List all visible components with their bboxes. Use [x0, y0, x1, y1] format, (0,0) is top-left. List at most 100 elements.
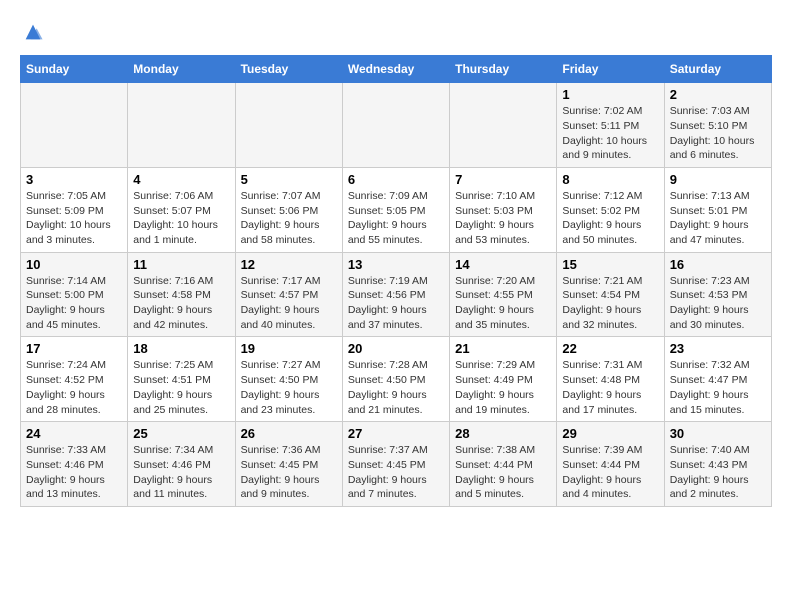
calendar-cell: 27Sunrise: 7:37 AM Sunset: 4:45 PM Dayli…	[342, 422, 449, 507]
calendar-cell: 22 Sunrise: 7:31 AM Sunset: 4:48 PM Dayli…	[557, 337, 664, 422]
calendar-cell: 3 Sunrise: 7:05 AM Sunset: 5:09 PM Daylig…	[21, 167, 128, 252]
weekday-header-saturday: Saturday	[664, 56, 771, 83]
day-number: 2	[670, 87, 766, 102]
day-info: Sunrise: 7:31 AM Sunset: 4:48 PM Dayligh…	[562, 358, 658, 417]
calendar-cell: 16 Sunrise: 7:23 AM Sunset: 4:53 PM Dayli…	[664, 252, 771, 337]
day-number: 21	[455, 341, 551, 356]
day-info: Sunrise: 7:29 AM Sunset: 4:49 PM Dayligh…	[455, 358, 551, 417]
day-number: 24	[26, 426, 122, 441]
weekday-header-monday: Monday	[128, 56, 235, 83]
weekday-header-row: SundayMondayTuesdayWednesdayThursdayFrid…	[21, 56, 772, 83]
day-info: Sunrise: 7:25 AM Sunset: 4:51 PM Dayligh…	[133, 358, 229, 417]
day-info: Sunrise: 7:05 AM Sunset: 5:09 PM Dayligh…	[26, 189, 122, 248]
calendar-cell: 8 Sunrise: 7:12 AM Sunset: 5:02 PM Daylig…	[557, 167, 664, 252]
calendar-cell: 19 Sunrise: 7:27 AM Sunset: 4:50 PM Dayli…	[235, 337, 342, 422]
day-number: 19	[241, 341, 337, 356]
day-number: 13	[348, 257, 444, 272]
day-info: Sunrise: 7:28 AM Sunset: 4:50 PM Dayligh…	[348, 358, 444, 417]
weekday-header-friday: Friday	[557, 56, 664, 83]
day-info: Sunrise: 7:39 AM Sunset: 4:44 PM Dayligh…	[562, 443, 658, 502]
calendar-cell: 26 Sunrise: 7:36 AM Sunset: 4:45 PM Dayli…	[235, 422, 342, 507]
day-number: 28	[455, 426, 551, 441]
weekday-header-wednesday: Wednesday	[342, 56, 449, 83]
day-info: Sunrise: 7:36 AM Sunset: 4:45 PM Dayligh…	[241, 443, 337, 502]
day-info: Sunrise: 7:10 AM Sunset: 5:03 PM Dayligh…	[455, 189, 551, 248]
day-number: 8	[562, 172, 658, 187]
day-info: Sunrise: 7:27 AM Sunset: 4:50 PM Dayligh…	[241, 358, 337, 417]
day-info: Sunrise: 7:32 AM Sunset: 4:47 PM Dayligh…	[670, 358, 766, 417]
calendar-cell: 14 Sunrise: 7:20 AM Sunset: 4:55 PM Dayli…	[450, 252, 557, 337]
day-info: Sunrise: 7:23 AM Sunset: 4:53 PM Dayligh…	[670, 274, 766, 333]
calendar-cell: 18 Sunrise: 7:25 AM Sunset: 4:51 PM Dayli…	[128, 337, 235, 422]
day-info: Sunrise: 7:13 AM Sunset: 5:01 PM Dayligh…	[670, 189, 766, 248]
calendar-cell: 1 Sunrise: 7:02 AM Sunset: 5:11 PM Daylig…	[557, 83, 664, 168]
day-number: 10	[26, 257, 122, 272]
day-info: Sunrise: 7:38 AM Sunset: 4:44 PM Dayligh…	[455, 443, 551, 502]
calendar-cell: 7 Sunrise: 7:10 AM Sunset: 5:03 PM Daylig…	[450, 167, 557, 252]
calendar-cell: 23 Sunrise: 7:32 AM Sunset: 4:47 PM Dayli…	[664, 337, 771, 422]
day-info: Sunrise: 7:33 AM Sunset: 4:46 PM Dayligh…	[26, 443, 122, 502]
calendar-cell: 20 Sunrise: 7:28 AM Sunset: 4:50 PM Dayli…	[342, 337, 449, 422]
calendar-cell: 2 Sunrise: 7:03 AM Sunset: 5:10 PM Daylig…	[664, 83, 771, 168]
day-info: Sunrise: 7:03 AM Sunset: 5:10 PM Dayligh…	[670, 104, 766, 163]
calendar-week-1: 3 Sunrise: 7:05 AM Sunset: 5:09 PM Daylig…	[21, 167, 772, 252]
day-number: 23	[670, 341, 766, 356]
calendar-cell: 10 Sunrise: 7:14 AM Sunset: 5:00 PM Dayli…	[21, 252, 128, 337]
day-number: 22	[562, 341, 658, 356]
calendar-cell: 29 Sunrise: 7:39 AM Sunset: 4:44 PM Dayli…	[557, 422, 664, 507]
calendar-cell	[342, 83, 449, 168]
day-info: Sunrise: 7:14 AM Sunset: 5:00 PM Dayligh…	[26, 274, 122, 333]
calendar-cell: 11Sunrise: 7:16 AM Sunset: 4:58 PM Dayli…	[128, 252, 235, 337]
day-number: 20	[348, 341, 444, 356]
day-number: 4	[133, 172, 229, 187]
calendar-week-0: 1 Sunrise: 7:02 AM Sunset: 5:11 PM Daylig…	[21, 83, 772, 168]
day-info: Sunrise: 7:06 AM Sunset: 5:07 PM Dayligh…	[133, 189, 229, 248]
page-header	[20, 20, 772, 45]
calendar-cell: 4 Sunrise: 7:06 AM Sunset: 5:07 PM Daylig…	[128, 167, 235, 252]
day-info: Sunrise: 7:17 AM Sunset: 4:57 PM Dayligh…	[241, 274, 337, 333]
day-number: 7	[455, 172, 551, 187]
calendar-cell	[450, 83, 557, 168]
day-info: Sunrise: 7:37 AM Sunset: 4:45 PM Dayligh…	[348, 443, 444, 502]
day-number: 18	[133, 341, 229, 356]
day-info: Sunrise: 7:24 AM Sunset: 4:52 PM Dayligh…	[26, 358, 122, 417]
day-number: 15	[562, 257, 658, 272]
day-number: 12	[241, 257, 337, 272]
day-number: 14	[455, 257, 551, 272]
calendar-cell	[128, 83, 235, 168]
logo	[20, 20, 44, 45]
day-number: 29	[562, 426, 658, 441]
day-number: 1	[562, 87, 658, 102]
calendar-week-4: 24 Sunrise: 7:33 AM Sunset: 4:46 PM Dayli…	[21, 422, 772, 507]
calendar-cell: 13 Sunrise: 7:19 AM Sunset: 4:56 PM Dayli…	[342, 252, 449, 337]
weekday-header-thursday: Thursday	[450, 56, 557, 83]
day-number: 26	[241, 426, 337, 441]
day-info: Sunrise: 7:40 AM Sunset: 4:43 PM Dayligh…	[670, 443, 766, 502]
day-info: Sunrise: 7:20 AM Sunset: 4:55 PM Dayligh…	[455, 274, 551, 333]
day-info: Sunrise: 7:34 AM Sunset: 4:46 PM Dayligh…	[133, 443, 229, 502]
calendar-cell: 21 Sunrise: 7:29 AM Sunset: 4:49 PM Dayli…	[450, 337, 557, 422]
day-info: Sunrise: 7:02 AM Sunset: 5:11 PM Dayligh…	[562, 104, 658, 163]
day-info: Sunrise: 7:07 AM Sunset: 5:06 PM Dayligh…	[241, 189, 337, 248]
weekday-header-tuesday: Tuesday	[235, 56, 342, 83]
calendar-cell: 15 Sunrise: 7:21 AM Sunset: 4:54 PM Dayli…	[557, 252, 664, 337]
calendar-cell: 28 Sunrise: 7:38 AM Sunset: 4:44 PM Dayli…	[450, 422, 557, 507]
day-info: Sunrise: 7:19 AM Sunset: 4:56 PM Dayligh…	[348, 274, 444, 333]
calendar-table: SundayMondayTuesdayWednesdayThursdayFrid…	[20, 55, 772, 507]
calendar-cell: 24 Sunrise: 7:33 AM Sunset: 4:46 PM Dayli…	[21, 422, 128, 507]
calendar-cell: 25 Sunrise: 7:34 AM Sunset: 4:46 PM Dayli…	[128, 422, 235, 507]
calendar-week-2: 10 Sunrise: 7:14 AM Sunset: 5:00 PM Dayli…	[21, 252, 772, 337]
calendar-cell: 5 Sunrise: 7:07 AM Sunset: 5:06 PM Daylig…	[235, 167, 342, 252]
calendar-body: 1 Sunrise: 7:02 AM Sunset: 5:11 PM Daylig…	[21, 83, 772, 507]
day-number: 11	[133, 257, 229, 272]
day-number: 16	[670, 257, 766, 272]
calendar-cell: 9 Sunrise: 7:13 AM Sunset: 5:01 PM Daylig…	[664, 167, 771, 252]
day-number: 9	[670, 172, 766, 187]
day-info: Sunrise: 7:12 AM Sunset: 5:02 PM Dayligh…	[562, 189, 658, 248]
calendar-cell: 17Sunrise: 7:24 AM Sunset: 4:52 PM Dayli…	[21, 337, 128, 422]
day-number: 25	[133, 426, 229, 441]
day-info: Sunrise: 7:21 AM Sunset: 4:54 PM Dayligh…	[562, 274, 658, 333]
day-number: 3	[26, 172, 122, 187]
day-info: Sunrise: 7:09 AM Sunset: 5:05 PM Dayligh…	[348, 189, 444, 248]
day-number: 5	[241, 172, 337, 187]
